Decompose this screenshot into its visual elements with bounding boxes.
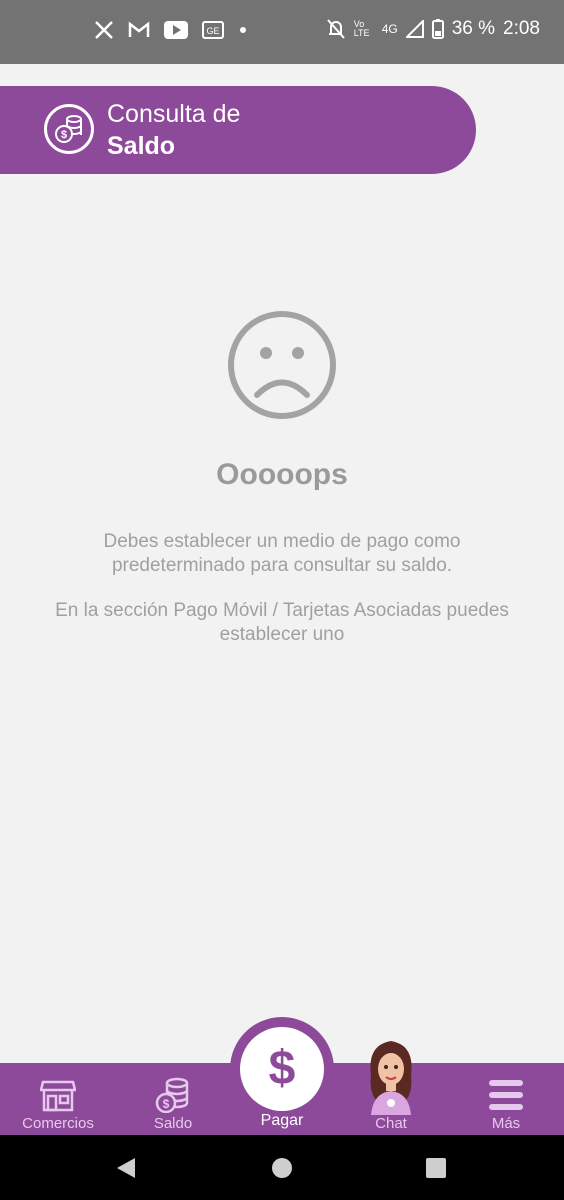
page-title-line1: Consulta de — [107, 100, 241, 128]
network-label: 4G — [381, 22, 398, 36]
store-icon — [40, 1080, 76, 1112]
svg-text:$: $ — [163, 1097, 170, 1111]
volte-label: Vo LTE — [353, 19, 370, 38]
pay-button[interactable]: $ — [230, 1017, 334, 1121]
back-icon[interactable] — [115, 1156, 137, 1180]
menu-icon — [489, 1080, 523, 1110]
system-navigation-bar — [0, 1135, 564, 1200]
nav-label: Comercios — [22, 1115, 94, 1132]
dollar-icon: $ — [268, 1042, 296, 1095]
signal-icon — [405, 20, 424, 38]
nav-pagar-label: Pagar — [260, 1112, 304, 1129]
svg-text:$: $ — [61, 129, 67, 141]
sad-face-icon — [228, 311, 336, 419]
status-bar: GE Vo LTE 4G 36 % 2:08 — [0, 0, 564, 64]
recents-icon[interactable] — [426, 1158, 446, 1178]
nav-saldo[interactable]: $ Saldo — [128, 1063, 218, 1135]
nav-mas[interactable]: Más — [466, 1063, 546, 1135]
clock: 2:08 — [503, 18, 540, 39]
notification-icons: GE — [94, 20, 248, 40]
dot-icon — [240, 27, 246, 33]
home-icon[interactable] — [271, 1157, 293, 1179]
nav-label: Saldo — [153, 1115, 193, 1132]
svg-text:GE: GE — [206, 26, 219, 36]
nav-comercios[interactable]: Comercios — [8, 1063, 108, 1135]
coins-icon: $ — [44, 104, 94, 154]
pay-button-inner: $ — [240, 1027, 324, 1111]
coins-icon: $ — [155, 1077, 189, 1113]
avatar-icon — [370, 1041, 412, 1115]
nav-label: Chat — [375, 1115, 407, 1132]
system-status: Vo LTE 4G 36 % 2:08 — [326, 18, 540, 40]
gmail-icon — [128, 21, 150, 37]
ge-icon: GE — [202, 21, 224, 39]
mute-icon — [326, 19, 345, 39]
empty-state-message: Debes establecer un medio de pago como p… — [103, 531, 461, 576]
page-header: $ Consulta de Saldo — [0, 86, 476, 174]
youtube-icon — [164, 21, 188, 39]
x-icon — [95, 21, 113, 39]
battery-percentage: 36 % — [451, 18, 496, 39]
empty-state-title: Ooooops — [216, 458, 348, 491]
empty-state-hint: En la sección Pago Móvil / Tarjetas Asoc… — [55, 600, 509, 645]
page-title-line2: Saldo — [107, 132, 176, 160]
nav-chat[interactable]: Chat — [346, 1041, 436, 1135]
nav-label: Más — [491, 1115, 521, 1132]
battery-icon — [431, 19, 444, 39]
